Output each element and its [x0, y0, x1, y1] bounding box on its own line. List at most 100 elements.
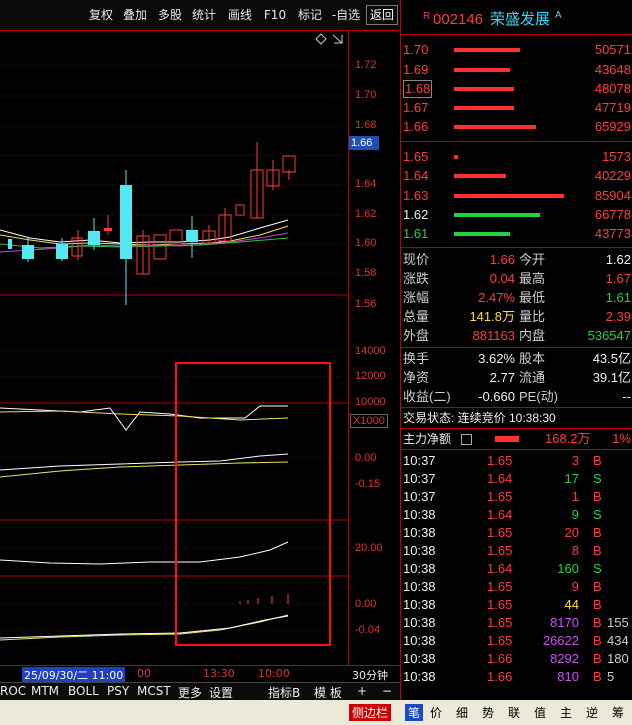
tab-settings[interactable]: 设置	[209, 684, 233, 701]
tab-psy[interactable]: PSY	[107, 684, 129, 698]
quote-value: 1.61	[605, 290, 631, 305]
indicator-axis-label: 20.00	[355, 542, 383, 554]
multi-stock-button[interactable]: 多股	[155, 6, 185, 24]
quote-panel: R 002146 荣盛发展 A 1.70 50571 1.69 43648 1.…	[400, 0, 632, 725]
ask-row[interactable]: 1.67 47719	[401, 98, 632, 118]
tick-row: 10:38 1.65 26622 B 434	[403, 633, 629, 648]
sidebar-tab-zhi[interactable]: 值	[534, 704, 546, 721]
ask-row[interactable]: 1.68 48078	[401, 79, 632, 99]
fuquan-button[interactable]: 复权	[86, 6, 116, 24]
stock-name: 荣盛发展	[490, 11, 551, 28]
trade-status-text: 交易状态: 连续竞价 10:38:30	[403, 411, 556, 425]
main-flow-value: 168.2万	[545, 431, 591, 446]
ask-volume: 50571	[594, 42, 631, 57]
fin-label: 净资	[403, 370, 430, 385]
ask-volume: 48078	[594, 81, 631, 96]
stock-header: R 002146 荣盛发展 A	[401, 10, 632, 32]
tab-mcst[interactable]: MCST	[137, 684, 171, 698]
sidebar-tab-xi[interactable]: 细	[456, 704, 468, 721]
draw-line-button[interactable]: 画线	[225, 6, 255, 24]
bid-row[interactable]: 1.65 1573	[401, 147, 632, 167]
f10-button[interactable]: F10	[261, 6, 289, 24]
main-flow-pct: 1%	[612, 431, 631, 446]
sidebar-toggle[interactable]: 侧边栏	[349, 704, 392, 721]
ask-price: 1.66	[403, 119, 429, 134]
highlight-box	[175, 362, 331, 646]
zoom-out-button[interactable]: −	[382, 684, 392, 698]
list-icon[interactable]	[461, 434, 472, 445]
quote-label: 现价	[403, 252, 430, 267]
fin-row: 换手 3.62% 股本 43.5亿	[401, 349, 632, 369]
current-price-tag: 1.66	[349, 136, 379, 150]
bid-bar	[454, 213, 540, 217]
sidebar-tab-chou[interactable]: 筹	[612, 704, 624, 721]
quote-label: 最高	[519, 271, 546, 286]
sidebar-tab-bi[interactable]: 笔	[405, 704, 424, 721]
quote-value: 2.47%	[478, 290, 515, 305]
tab-boll[interactable]: BOLL	[68, 684, 99, 698]
volume-unit[interactable]: X1000	[350, 414, 388, 428]
quote-label: 今开	[519, 252, 546, 267]
bid-row[interactable]: 1.62 66778	[401, 205, 632, 225]
fin-label: PE(动)	[519, 389, 559, 404]
axis-label: 1.60	[355, 237, 377, 249]
tab-roc[interactable]: ROC	[0, 684, 26, 698]
fin-row: 收益(二) -0.660 PE(动) --	[401, 387, 632, 407]
tab-more[interactable]: 更多	[178, 684, 202, 701]
sidebar-tab-shi[interactable]: 势	[482, 704, 494, 721]
tick-row: 10:38 1.66 810 B 5	[403, 669, 615, 684]
ask-bar	[454, 106, 514, 110]
bid-row[interactable]: 1.61 43773	[401, 224, 632, 244]
indicator-axis-label: -0.04	[355, 624, 381, 636]
ask-row[interactable]: 1.66 65929	[401, 117, 632, 137]
indicator1-line	[0, 453, 289, 471]
sidebar-tab-jia[interactable]: 价	[430, 704, 442, 721]
quote-value: 1.62	[605, 252, 631, 267]
bid-bar	[454, 155, 458, 159]
fin-value: 43.5亿	[592, 351, 631, 366]
bid-volume: 40229	[594, 168, 631, 183]
mark-button[interactable]: 标记	[295, 6, 325, 24]
ask-row[interactable]: 1.70 50571	[401, 40, 632, 60]
ask-bar	[454, 48, 520, 52]
ask-volume: 43648	[594, 62, 631, 77]
flow-bar	[495, 436, 519, 442]
bid-row[interactable]: 1.63 85904	[401, 186, 632, 206]
tick-row: 10:38 1.65 8 B	[403, 543, 602, 558]
time-label: 10:00	[258, 667, 290, 680]
expand-icon[interactable]	[332, 34, 343, 44]
diamond-icon[interactable]	[315, 33, 327, 45]
back-button[interactable]: 返回	[366, 5, 398, 25]
bid-price: 1.61	[403, 226, 429, 241]
fin-label: 收益(二)	[403, 389, 451, 404]
quote-value: 0.04	[489, 271, 515, 286]
kline-chart-area[interactable]	[0, 30, 348, 665]
main-flow-row[interactable]: 主力净额 168.2万 1%	[401, 429, 632, 449]
statistics-button[interactable]: 统计	[189, 6, 219, 24]
tab-template[interactable]: 模 板	[314, 684, 342, 701]
sidebar-tab-zhu[interactable]: 主	[560, 704, 572, 721]
ask-row[interactable]: 1.69 43648	[401, 60, 632, 80]
axis-label: 1.58	[355, 267, 377, 279]
tab-indicator-b[interactable]: 指标B	[268, 684, 300, 701]
sidebar-tab-lian[interactable]: 联	[508, 704, 520, 721]
watchlist-button[interactable]: -自选	[329, 6, 363, 24]
ask-bar	[454, 87, 514, 91]
period-selector[interactable]: 30分钟	[352, 667, 388, 683]
axis-label: 1.56	[355, 298, 377, 310]
bid-row[interactable]: 1.64 40229	[401, 166, 632, 186]
sidebar-tabs: 侧边栏 笔 价 细 势 联 值 主 逆 筹	[345, 700, 632, 725]
volume-axis-label: 14000	[355, 345, 386, 357]
tab-mtm[interactable]: MTM	[31, 684, 59, 698]
sidebar-tab-ni[interactable]: 逆	[586, 704, 598, 721]
fin-label: 股本	[519, 351, 546, 366]
tick-row: 10:37 1.65 1 B	[403, 489, 602, 504]
ask-price: 1.69	[403, 62, 429, 77]
main-flow-label: 主力净额	[403, 432, 452, 446]
bid-bar	[454, 232, 510, 236]
zoom-in-button[interactable]: +	[357, 684, 367, 698]
quote-row: 涨幅 2.47% 最低 1.61	[401, 288, 632, 308]
overlay-button[interactable]: 叠加	[120, 6, 150, 24]
ask-bar	[454, 125, 536, 129]
quote-value: 141.8万	[469, 309, 515, 324]
